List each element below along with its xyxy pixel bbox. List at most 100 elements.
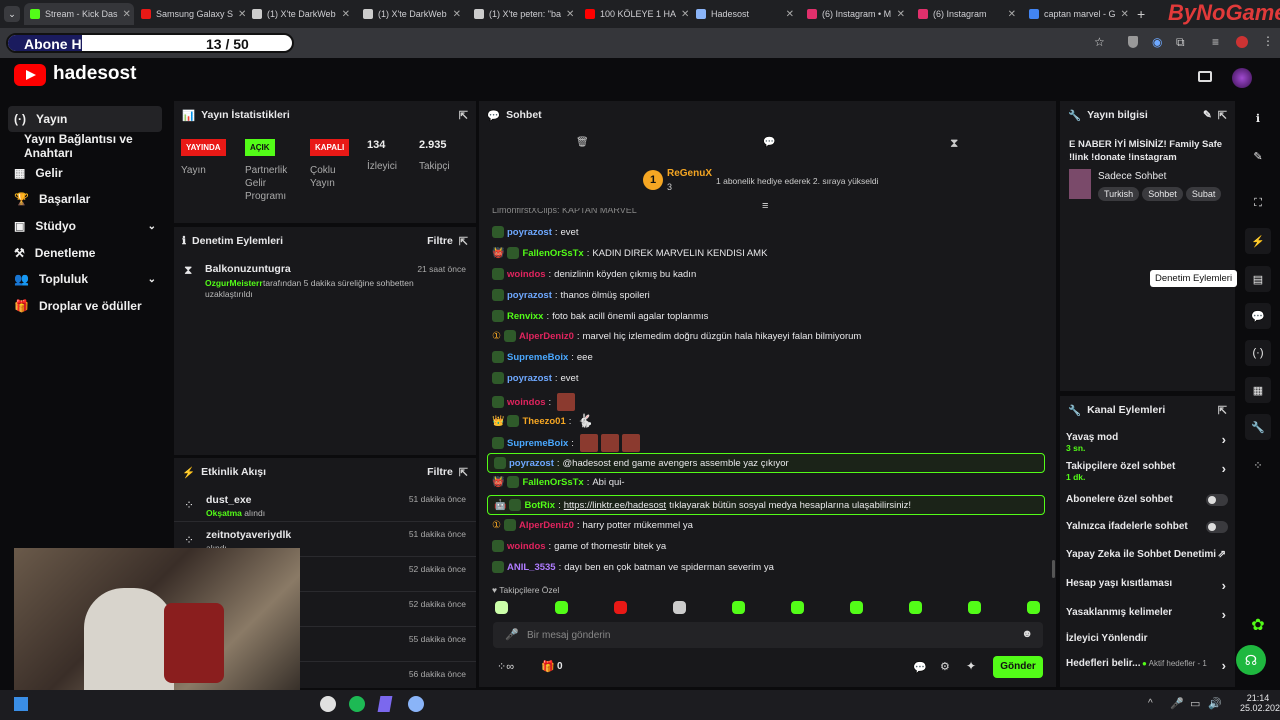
sidebar-item-achievements[interactable]: 🏆 Başarılar (8, 186, 162, 212)
close-icon[interactable]: ✕ (1121, 9, 1129, 20)
chat-username[interactable]: poyrazost (509, 458, 554, 469)
activity-user[interactable]: dust_exe (206, 494, 252, 506)
microphone-tray-icon[interactable]: 🎤 (1170, 697, 1184, 710)
browser-tab[interactable]: Stream - Kick Das ✕ (24, 3, 134, 25)
chat-username[interactable]: ANIL_3535 (507, 562, 556, 573)
chat-username[interactable]: AlperDeniz0 (519, 331, 574, 342)
chat-username[interactable]: AlperDeniz0 (519, 520, 574, 531)
chat-username[interactable]: Theezo01 (522, 416, 565, 427)
browser-tab[interactable]: (6) Instagram ✕ (912, 3, 1022, 25)
sidebar-item-broadcast[interactable]: (·) Yayın (8, 106, 162, 132)
chat-input-box[interactable]: 🎤 Bir mesaj gönderin ☻ (493, 622, 1043, 648)
volume-icon[interactable]: 🔊 (1208, 697, 1222, 710)
channel-action-row[interactable]: Yasaklanmış kelimeler › (1066, 607, 1228, 622)
emote-button[interactable] (555, 601, 568, 614)
channel-action-row[interactable]: Yalnızca ifadelerle sohbet (1066, 521, 1228, 533)
close-icon[interactable]: ✕ (681, 9, 689, 20)
hourglass-icon[interactable]: ⧗ (950, 136, 958, 151)
emote-button[interactable] (614, 601, 627, 614)
new-tab-button[interactable]: + (1137, 6, 1145, 22)
browser-tab[interactable]: captan marvel - G ✕ (1023, 3, 1133, 25)
sidebar-item-community[interactable]: 👥 Topluluk ⌄ (8, 266, 162, 292)
close-icon[interactable]: ✕ (342, 9, 350, 20)
close-icon[interactable]: ✕ (897, 9, 905, 20)
emote-button[interactable] (673, 601, 686, 614)
browser-tab[interactable]: 100 KÖLEYE 1 HA ✕ (579, 3, 689, 25)
sidebar-item-moderation[interactable]: ⚒ Denetleme (8, 240, 162, 266)
send-button[interactable]: Gönder (993, 656, 1043, 678)
tab-search-icon[interactable]: ⌄ (4, 6, 20, 22)
chat-username[interactable]: FallenOrSsTx (522, 477, 583, 488)
chat-scrollbar[interactable] (1052, 560, 1055, 578)
browser-tab[interactable]: (1) X'te DarkWeb ✕ (357, 3, 467, 25)
emote-button[interactable] (909, 601, 922, 614)
mod-entry-user[interactable]: Balkonuzuntugra (205, 263, 291, 275)
sidebar-item-studio[interactable]: ▣ Stüdyo ⌄ (8, 213, 162, 239)
bookmark-star-icon[interactable]: ☆ (1094, 35, 1105, 49)
windows-start-icon[interactable] (14, 697, 28, 711)
popout-icon[interactable]: ⇱ (1218, 109, 1227, 122)
openai-icon[interactable]: ✿ (1245, 612, 1271, 638)
chrome-taskbar-icon[interactable] (320, 696, 336, 712)
tag-chip[interactable]: Subat (1185, 187, 1222, 201)
toggle-switch[interactable] (1206, 494, 1228, 506)
emoji-icon[interactable]: ☻ (1021, 628, 1033, 640)
emote-button[interactable] (1027, 601, 1040, 614)
channel-action-row[interactable]: Abonelere özel sohbet (1066, 494, 1228, 506)
pinned-user[interactable]: ReGenuX (667, 168, 712, 179)
chat-rail-icon[interactable]: 💬 (1245, 303, 1271, 329)
stream-category[interactable]: Sadece Sohbet (1098, 171, 1166, 182)
chat-settings-bubble-icon[interactable]: 💬 (913, 661, 927, 674)
chat-username[interactable]: Renvixx (507, 311, 543, 322)
chat-username[interactable]: woindos (507, 397, 546, 408)
gear-icon[interactable]: ⚙ (940, 660, 950, 673)
channel-name[interactable]: hadesost (53, 63, 136, 85)
fullscreen-icon[interactable]: ⛶ (1245, 190, 1271, 216)
activity-user[interactable]: zeitnotyaveriydlk (206, 529, 291, 541)
popout-icon[interactable]: ⇱ (459, 235, 468, 248)
chat-username[interactable]: woindos (507, 269, 546, 280)
close-icon[interactable]: ✕ (453, 9, 461, 20)
sidebar-item-drops[interactable]: 🎁 Droplar ve ödüller (8, 293, 162, 319)
close-icon[interactable]: ✕ (238, 9, 245, 20)
chat-username[interactable]: woindos (507, 541, 546, 552)
channel-action-row[interactable]: Yapay Zeka ile Sohbet Denetimi ⇗ (1066, 549, 1228, 560)
user-avatar[interactable] (1232, 68, 1252, 88)
channel-action-row[interactable]: Hedefleri belir... ● Aktif hedefler - 1 › (1066, 658, 1228, 673)
chat-bubble-icon[interactable]: 💬 (763, 137, 775, 148)
media-control-icon[interactable]: ≡ (1212, 35, 1219, 49)
popout-icon[interactable]: ⇱ (1218, 404, 1227, 417)
browser-tab[interactable]: Samsung Galaxy S ✕ (135, 3, 245, 25)
support-headset-icon[interactable]: ☊ (1236, 645, 1266, 675)
star-icon[interactable]: ✦ (966, 659, 976, 673)
chat-username[interactable]: poyrazost (507, 290, 552, 301)
mic-icon[interactable]: 🎤 (505, 628, 519, 641)
tag-chip[interactable]: Sohbet (1142, 187, 1183, 201)
emote-button[interactable] (968, 601, 981, 614)
close-icon[interactable]: ✕ (123, 9, 131, 20)
tag-chip[interactable]: Turkish (1098, 187, 1140, 201)
expand-pinned-icon[interactable]: ≡ (762, 200, 768, 212)
sidebar-item-revenue[interactable]: ▦ Gelir (8, 160, 162, 186)
browser-menu-icon[interactable]: ⋮ (1262, 34, 1274, 48)
toggle-switch[interactable] (1206, 521, 1228, 533)
broadcast-rail-icon[interactable]: (·) (1245, 340, 1271, 366)
channel-logo-icon[interactable] (14, 64, 46, 86)
tray-chevron-icon[interactable]: ^ (1148, 698, 1153, 709)
channel-action-row[interactable]: Hesap yaşı kısıtlaması › (1066, 578, 1228, 593)
network-icon[interactable]: ▭ (1190, 697, 1200, 710)
users-infinity-icon[interactable]: ⁘∞ (497, 660, 514, 673)
browser-tab[interactable]: (1) X'te DarkWeb ✕ (246, 3, 356, 25)
channel-action-row[interactable]: Yavaş mod 3 sn. › (1066, 432, 1228, 453)
extensions-puzzle-icon[interactable]: ⧉ (1176, 35, 1185, 50)
profile-avatar-icon[interactable] (1236, 36, 1248, 48)
emote-button[interactable] (850, 601, 863, 614)
close-icon[interactable]: ✕ (1008, 9, 1016, 20)
popout-icon[interactable]: ⇱ (459, 109, 468, 122)
chat-username[interactable]: FallenOrSsTx (522, 248, 583, 259)
edit-icon[interactable]: ✎ (1245, 143, 1271, 169)
sidebar-item-stream-key[interactable]: Yayın Bağlantısı ve Anahtarı (8, 132, 170, 160)
info-icon[interactable]: ℹ (1245, 105, 1271, 131)
chat-username[interactable]: BotRix (524, 500, 555, 511)
wrench-rail-icon[interactable]: 🔧 (1245, 414, 1271, 440)
